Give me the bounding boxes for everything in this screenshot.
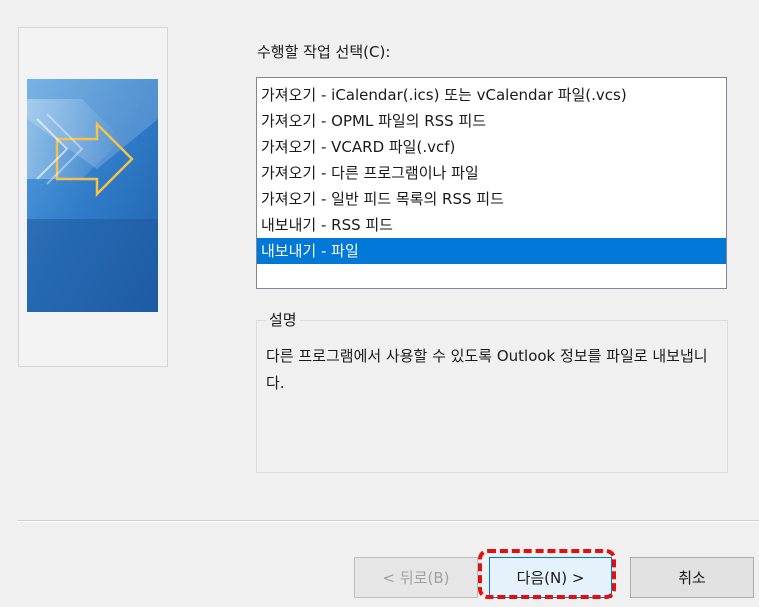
list-item-import-opml[interactable]: 가져오기 - OPML 파일의 RSS 피드 (257, 108, 726, 134)
next-button[interactable]: 다음(N) > (489, 557, 612, 598)
footer-divider (17, 520, 759, 522)
action-select-label: 수행할 작업 선택(C): (257, 43, 391, 61)
import-export-wizard-illustration (27, 79, 158, 312)
back-button[interactable]: < 뒤로(B) (354, 557, 478, 598)
list-item-import-other-program[interactable]: 가져오기 - 다른 프로그램이나 파일 (257, 160, 726, 186)
description-title: 설명 (266, 309, 300, 330)
cancel-button[interactable]: 취소 (630, 557, 754, 598)
list-item-import-common-feed[interactable]: 가져오기 - 일반 피드 목록의 RSS 피드 (257, 186, 726, 212)
list-item-export-file[interactable]: 내보내기 - 파일 (257, 238, 726, 264)
list-item-import-vcard[interactable]: 가져오기 - VCARD 파일(.vcf) (257, 134, 726, 160)
list-item-import-icalendar[interactable]: 가져오기 - iCalendar(.ics) 또는 vCalendar 파일(.… (257, 82, 726, 108)
list-item-export-rss[interactable]: 내보내기 - RSS 피드 (257, 212, 726, 238)
description-group: 설명 다른 프로그램에서 사용할 수 있도록 Outlook 정보를 파일로 내… (256, 309, 728, 473)
description-text: 다른 프로그램에서 사용할 수 있도록 Outlook 정보를 파일로 내보냅니… (266, 347, 708, 392)
action-listbox[interactable]: 가져오기 - iCalendar(.ics) 또는 vCalendar 파일(.… (256, 77, 727, 289)
